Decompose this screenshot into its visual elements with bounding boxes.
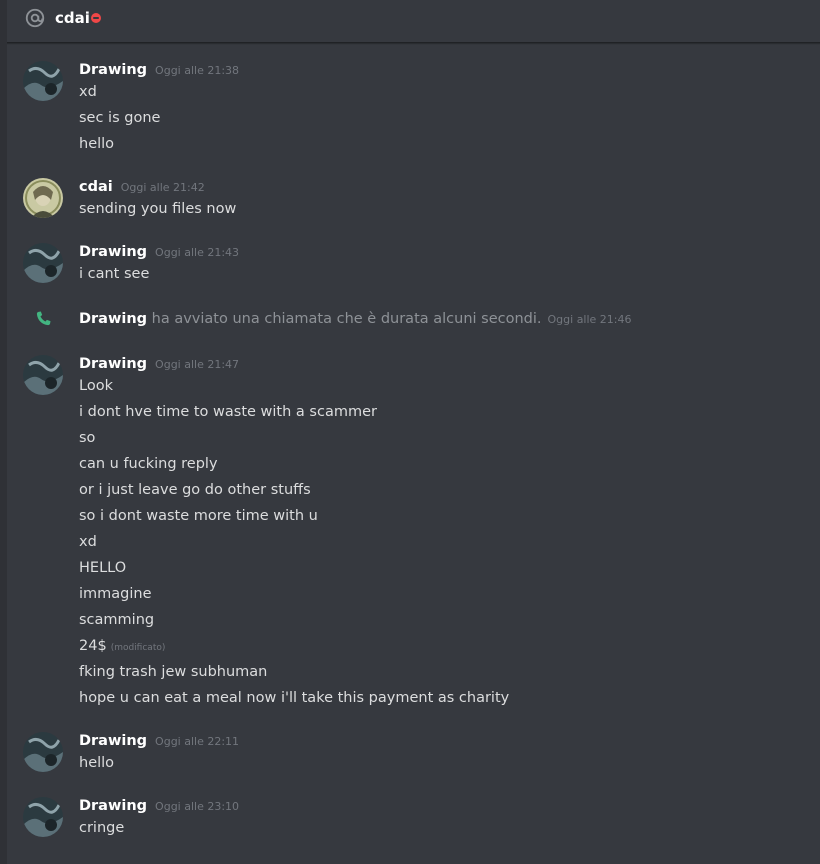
user-avatar[interactable] (23, 178, 63, 218)
channel-header: cdai (7, 0, 820, 43)
at-icon (24, 7, 46, 29)
system-message-text: Drawing ha avviato una chiamata che è du… (79, 309, 632, 330)
message-author[interactable]: Drawing Oggi alle 22:11 (79, 731, 239, 752)
phone-icon (33, 309, 53, 329)
message-line: or i just leave go do other stuffs (79, 482, 311, 498)
message-line: so i dont waste more time with u (79, 508, 318, 524)
message-line: hello (79, 136, 115, 152)
user-avatar[interactable] (23, 243, 63, 283)
user-avatar[interactable] (23, 61, 63, 101)
message-timestamp: Oggi alle 21:43 (155, 246, 240, 259)
message-line: cringe (79, 820, 125, 836)
message-timestamp: Oggi alle 23:10 (155, 800, 240, 813)
message-timestamp: Oggi alle 21:42 (120, 181, 205, 194)
message-line: sending you files now (79, 201, 237, 217)
user-avatar[interactable] (23, 797, 63, 837)
call-system-message: Drawing ha avviato una chiamata che è du… (7, 307, 820, 331)
message-group: Drawing Oggi alle 23:10 cringe (7, 794, 820, 840)
message-line: immagine (79, 586, 152, 602)
message-line: Look (79, 378, 113, 394)
user-avatar[interactable] (23, 732, 63, 772)
message-group: Drawing Oggi alle 21:47 Look i dont hve t… (7, 352, 820, 712)
message-group: Drawing Oggi alle 21:38 xd sec is gone he… (7, 58, 820, 158)
message-line: i cant see (79, 266, 150, 282)
message-line: can u fucking reply (79, 456, 218, 472)
message-group: Drawing Oggi alle 22:11 hello (7, 729, 820, 775)
message-line: so (79, 430, 96, 446)
call-description: ha avviato una chiamata che è durata alc… (151, 311, 542, 327)
message-author[interactable]: Drawing Oggi alle 21:43 (79, 242, 239, 263)
message-author[interactable]: Drawing Oggi alle 21:47 (79, 354, 239, 375)
message-timestamp: Oggi alle 21:38 (155, 64, 240, 77)
message-line: 24$ (modificato) (79, 638, 166, 654)
message-line: i dont hve time to waste with a scammer (79, 404, 377, 420)
message-timestamp: Oggi alle 21:47 (155, 358, 240, 371)
edited-label: (modificato) (110, 643, 166, 653)
sidebar-edge (0, 0, 7, 864)
message-line: hope u can eat a meal now i'll take this… (79, 690, 510, 706)
dm-chat-window: cdai Drawing Oggi alle 21:38 xd sec is go… (0, 0, 820, 864)
message-line: hello (79, 755, 115, 771)
message-group: cdai Oggi alle 21:42 sending you files no… (7, 175, 820, 221)
message-author[interactable]: Drawing Oggi alle 23:10 (79, 796, 239, 817)
channel-title: cdai (55, 9, 90, 27)
dnd-status-icon (91, 13, 101, 23)
message-author[interactable]: cdai Oggi alle 21:42 (79, 177, 205, 198)
message-line: fking trash jew subhuman (79, 664, 268, 680)
message-author[interactable]: Drawing (79, 311, 147, 327)
message-line: scamming (79, 612, 155, 628)
message-author[interactable]: Drawing Oggi alle 21:38 (79, 60, 239, 81)
message-line: xd (79, 84, 97, 100)
message-line: HELLO (79, 560, 127, 576)
user-avatar[interactable] (23, 355, 63, 395)
message-timestamp: Oggi alle 22:11 (155, 735, 240, 748)
message-group: Drawing Oggi alle 21:43 i cant see (7, 240, 820, 286)
message-line: sec is gone (79, 110, 161, 126)
message-timestamp: Oggi alle 21:46 (547, 313, 632, 326)
message-line: xd (79, 534, 97, 550)
